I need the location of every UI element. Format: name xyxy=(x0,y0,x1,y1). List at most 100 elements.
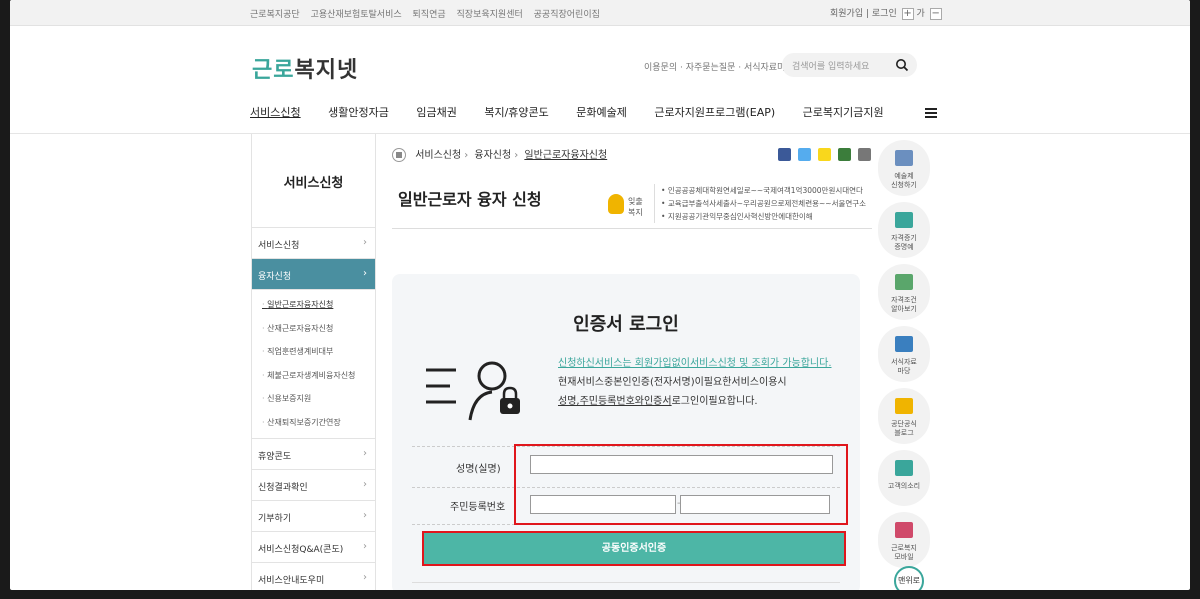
desc-line-2: 현재서비스중본인인증(전자서명)이필요한서비스이용시 xyxy=(558,377,787,388)
lightbulb-icon xyxy=(608,194,624,214)
lnb-sub-credit[interactable]: 신용보증지원 xyxy=(252,386,375,410)
login-link[interactable]: 로그인 xyxy=(872,9,897,19)
gnb-item-service[interactable]: 서비스신청 xyxy=(250,104,301,120)
chevron-right-icon: › xyxy=(363,447,367,459)
desc-line-1[interactable]: 신청하신서비스는 회원가입없이서비스신청 및 조회가 가능합니다. xyxy=(558,358,832,369)
util-link[interactable]: 근로복지공단 xyxy=(250,10,300,20)
image-icon xyxy=(895,274,913,290)
sns-share xyxy=(778,146,873,161)
gnb-item-loan[interactable]: 생활안정자금 xyxy=(328,104,389,120)
site-logo[interactable]: 근로복지넷 xyxy=(252,52,358,84)
chevron-right-icon: › xyxy=(363,571,367,583)
breadcrumb-item[interactable]: 서비스신청 xyxy=(415,150,461,161)
user-lock-icon xyxy=(426,361,520,421)
lnb-sub-industrial-loan[interactable]: 산재근로자융자신청 xyxy=(252,316,375,340)
chevron-right-icon: › xyxy=(363,540,367,552)
mobile-icon xyxy=(895,522,913,538)
tip-label: 잊출 복지 xyxy=(628,197,643,217)
certificate-login-box: 인증서 로그인 신청하신서비스는 회원가입없이서비스신청 및 조회가 가능합니다… xyxy=(392,274,860,590)
quick-item-blog[interactable]: 공단공식 블로그 xyxy=(878,388,930,444)
utility-bar: 근로복지공단 고용산재보험토탈서비스 퇴직연금 직장보육지원센터 공공직장어린이… xyxy=(10,0,1190,26)
zoom-in-button[interactable]: + xyxy=(901,8,914,20)
tip-box: 잊출 복지 • 인공공공체대학원연세일로~~국제여객1억3000만원시대연다 • … xyxy=(608,184,870,228)
util-right: 회원가입 | 로그인 + 가 − xyxy=(830,8,942,20)
util-link[interactable]: 고용산재보험토탈서비스 xyxy=(311,10,402,20)
util-link[interactable]: 직장보육지원센터 xyxy=(457,10,523,20)
breadcrumb: 서비스신청 › 융자신청 › 일반근로자융자신청 xyxy=(392,146,607,162)
scroll-top-button[interactable]: 맨위로 xyxy=(894,566,924,590)
tip-list: • 인공공공체대학원연세일로~~국제여객1억3000만원시대연다 • 교육급부출… xyxy=(654,184,866,223)
signup-link[interactable]: 회원가입 xyxy=(830,9,863,19)
gnb-item-condo[interactable]: 복지/휴양콘도 xyxy=(484,104,548,120)
quick-item-cert[interactable]: 자격증기 증명예 xyxy=(878,202,930,258)
tip-line[interactable]: 지원공공기관익무중심인사혁신방안에대한이해 xyxy=(668,212,813,221)
logo-text-2: 복지넷 xyxy=(294,58,359,83)
band-icon[interactable] xyxy=(838,148,852,161)
chevron-right-icon: › xyxy=(363,478,367,490)
lnb-sub-extension[interactable]: 산재퇴직보증기간연장 xyxy=(252,410,375,434)
blog-icon xyxy=(895,398,913,414)
search-box[interactable]: 검색어를 입력하세요 xyxy=(782,53,917,77)
lnb-item-qna[interactable]: 서비스신청Q&A(콘도) › xyxy=(252,532,375,563)
search-input[interactable]: 검색어를 입력하세요 xyxy=(792,59,869,72)
lnb-item-helper[interactable]: 서비스안내도우미 › xyxy=(252,563,375,590)
browser-page: 근로복지공단 고용산재보험토탈서비스 퇴직연금 직장보육지원센터 공공직장어린이… xyxy=(10,0,1190,590)
lnb-title: 서비스신청 xyxy=(252,134,375,228)
breadcrumb-current: 일반근로자융자신청 xyxy=(524,150,608,161)
search-icon[interactable] xyxy=(895,58,909,72)
zoom-out-button[interactable]: − xyxy=(929,8,942,20)
twitter-icon[interactable] xyxy=(798,148,812,161)
lnb-item-service[interactable]: 서비스신청 › xyxy=(252,228,375,259)
tip-line[interactable]: 인공공공체대학원연세일로~~국제여객1억3000만원시대연다 xyxy=(668,186,863,195)
quick-menu: 예술제 신청하기 자격증기 증명예 자격조건 알아보기 서식자료 마당 공단공식 블로그 … xyxy=(878,140,934,574)
lnb-sub-unpaid-loan[interactable]: 체불근로자생계비융자신청 xyxy=(252,363,375,387)
header-links[interactable]: 이용문의 · 자주묻는질문 · 서식자료마당 xyxy=(644,60,794,73)
divider xyxy=(412,582,840,583)
gnb-item-fund[interactable]: 근로복지기금지원 xyxy=(803,104,884,120)
login-title: 인증서 로그인 xyxy=(573,314,679,335)
megaphone-icon xyxy=(895,460,913,476)
gnb-item-wage[interactable]: 임금채권 xyxy=(416,104,456,120)
logo-text-1: 근로 xyxy=(252,58,295,83)
util-link[interactable]: 공공직장어린이집 xyxy=(534,10,600,20)
gnb-item-eap[interactable]: 근로자지원프로그램(EAP) xyxy=(654,104,775,120)
family-site-links: 근로복지공단 고용산재보험토탈서비스 퇴직연금 직장보육지원센터 공공직장어린이… xyxy=(250,7,608,20)
facebook-icon[interactable] xyxy=(778,148,791,161)
gnb-item-art[interactable]: 문화예술제 xyxy=(576,104,627,120)
login-description: 신청하신서비스는 회원가입없이서비스신청 및 조회가 가능합니다. 현재서비스중… xyxy=(558,354,832,411)
chevron-right-icon: › xyxy=(363,268,367,279)
thermometer-icon xyxy=(895,212,913,228)
page-title: 일반근로자 융자 신청 xyxy=(398,190,542,209)
highlight-box xyxy=(422,531,846,566)
hamburger-menu-icon[interactable] xyxy=(925,108,937,119)
tip-line[interactable]: 교육급부출석사세출사~우리공원으로제전체련용~~서울연구소 xyxy=(668,199,866,208)
kakao-icon[interactable] xyxy=(818,148,832,161)
calendar-icon xyxy=(895,150,913,166)
print-icon[interactable] xyxy=(858,148,872,161)
util-link[interactable]: 퇴직연금 xyxy=(413,10,446,20)
quick-item-mobile[interactable]: 근로복지 모바일 xyxy=(878,512,930,568)
main-navigation: 서비스신청 생활안정자금 임금채권 복지/휴양콘도 문화예술제 근로자지원프로그… xyxy=(250,104,908,124)
quick-item-art[interactable]: 예술제 신청하기 xyxy=(878,140,930,196)
chevron-right-icon: › xyxy=(363,237,367,248)
lnb-submenu: 일반근로자융자신청 산재근로자융자신청 직업훈련생계비대부 체불근로자생계비융자… xyxy=(252,290,375,439)
divider xyxy=(392,228,872,229)
highlight-box xyxy=(514,444,848,525)
quick-item-forms[interactable]: 서식자료 마당 xyxy=(878,326,930,382)
lnb-sub-training-loan[interactable]: 직업훈련생계비대부 xyxy=(252,339,375,363)
chevron-right-icon: › xyxy=(363,509,367,521)
lnb-item-result[interactable]: 신청결과확인 › xyxy=(252,470,375,501)
ssn-label: 주민등록번호 xyxy=(450,502,506,513)
lnb-sub-general-loan[interactable]: 일반근로자융자신청 xyxy=(252,292,375,316)
lnb-item-loan[interactable]: 융자신청 › xyxy=(252,259,375,290)
lnb-item-condo[interactable]: 휴양콘도 › xyxy=(252,439,375,470)
breadcrumb-item[interactable]: 융자신청 xyxy=(474,150,511,161)
lnb-item-donate[interactable]: 기부하기 › xyxy=(252,501,375,532)
quick-item-voice[interactable]: 고객의소리 xyxy=(878,450,930,506)
quick-item-eligibility[interactable]: 자격조건 알아보기 xyxy=(878,264,930,320)
desc-line-3a: 성명,주민등록번호와인증서 xyxy=(558,396,672,407)
divider xyxy=(10,133,1190,134)
home-icon[interactable] xyxy=(392,148,406,162)
desc-line-3b: 로그인이필요합니다. xyxy=(671,396,758,407)
magnifier-icon xyxy=(895,336,913,352)
